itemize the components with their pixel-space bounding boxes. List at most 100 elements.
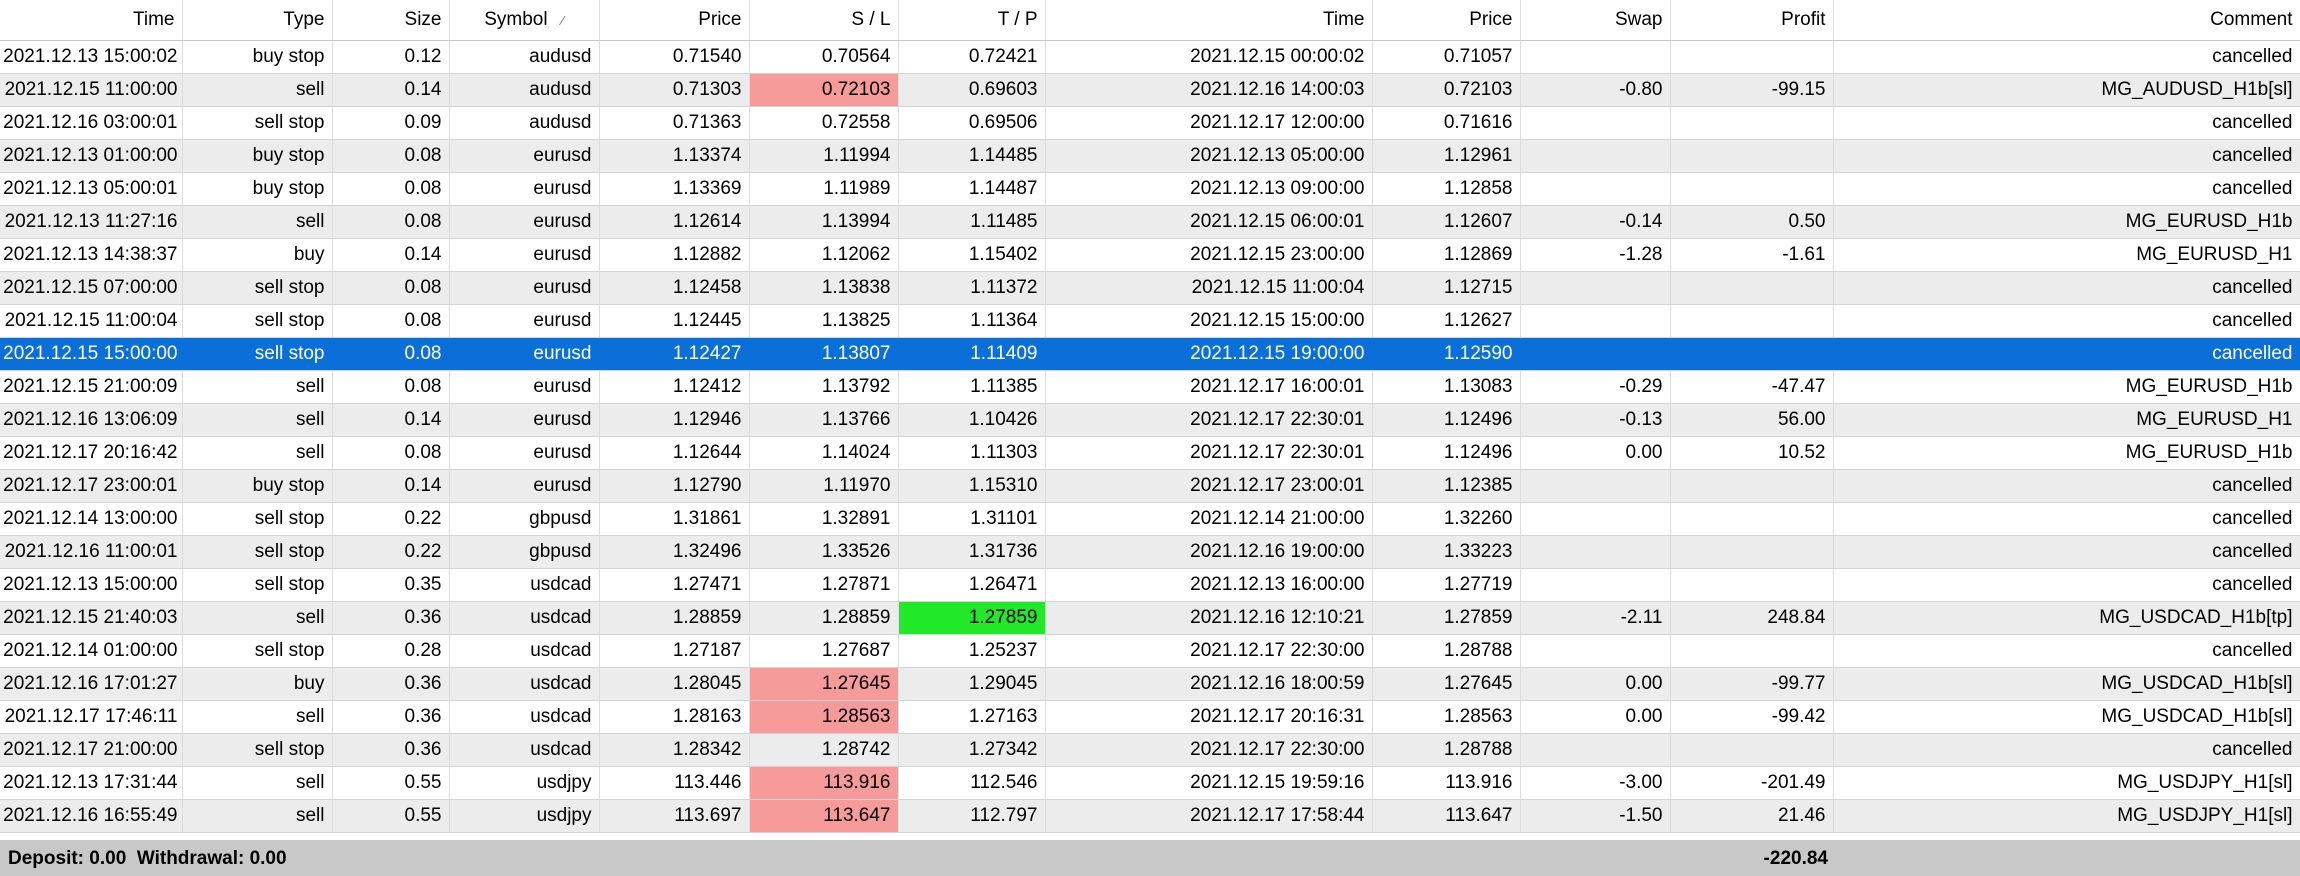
profit-cell: -1.61 [1670,238,1834,272]
order-type-cell: buy stop [182,139,333,173]
table-row[interactable]: 2021.12.17 20:16:42 sell 0.08 eurusd 1.12644… [0,436,2300,470]
symbol-cell: usdcad [449,568,600,602]
stop-loss-cell: 1.27871 [749,568,899,602]
table-row[interactable]: 2021.12.13 14:38:37 buy 0.14 eurusd 1.12882 1… [0,238,2300,272]
table-row[interactable]: 2021.12.16 17:01:27 buy 0.36 usdcad 1.28045 1… [0,667,2300,701]
table-row[interactable]: 2021.12.15 21:00:09 sell 0.08 eurusd 1.12412… [0,370,2300,404]
table-row[interactable]: 2021.12.13 11:27:16 sell 0.08 eurusd 1.12614… [0,205,2300,239]
swap-cell: -1.50 [1520,799,1671,833]
close-time-cell: 2021.12.15 19:00:00 [1045,337,1373,371]
swap-cell [1520,337,1671,371]
column-header-symbol[interactable]: Symbol ⁄ [449,0,600,41]
open-time-cell: 2021.12.17 21:00:00 [0,733,183,767]
column-header-label: Price [1469,9,1513,30]
open-price-cell: 0.71363 [599,106,750,140]
swap-cell [1520,271,1671,305]
table-row[interactable]: 2021.12.15 21:40:03 sell 0.36 usdcad 1.28859… [0,601,2300,635]
symbol-cell: eurusd [449,238,600,272]
take-profit-cell: 1.29045 [898,667,1046,701]
open-time-cell: 2021.12.13 01:00:00 [0,139,183,173]
column-header-close-time[interactable]: Time [1045,0,1373,41]
order-type-cell: sell [182,403,333,437]
profit-cell [1670,469,1834,503]
take-profit-cell: 0.69603 [898,73,1046,107]
comment-cell: cancelled [1833,40,2300,74]
open-time-cell: 2021.12.14 01:00:00 [0,634,183,668]
column-header-size[interactable]: Size [332,0,450,41]
column-header-open-price[interactable]: Price [599,0,750,41]
column-header-close-price[interactable]: Price [1372,0,1521,41]
table-row[interactable]: 2021.12.16 16:55:49 sell 0.55 usdjpy 113.697… [0,799,2300,833]
take-profit-cell: 112.546 [898,766,1046,800]
table-row[interactable]: 2021.12.13 05:00:01 buy stop 0.08 eurusd 1.1… [0,172,2300,206]
profit-cell [1670,733,1834,767]
column-header-label: T / P [997,9,1038,30]
close-time-cell: 2021.12.13 16:00:00 [1045,568,1373,602]
open-time-cell: 2021.12.14 13:00:00 [0,502,183,536]
column-header-profit[interactable]: Profit [1670,0,1834,41]
table-row[interactable]: 2021.12.13 15:00:02 buy stop 0.12 audusd 0.7… [0,40,2300,74]
column-header-take-profit[interactable]: T / P [898,0,1046,41]
size-cell: 0.08 [332,172,450,206]
table-row[interactable]: 2021.12.16 11:00:01 sell stop 0.22 gbpusd 1.… [0,535,2300,569]
profit-cell [1670,172,1834,206]
column-header-type[interactable]: Type [182,0,333,41]
take-profit-cell: 112.797 [898,799,1046,833]
table-row[interactable]: 2021.12.17 21:00:00 sell stop 0.36 usdcad 1.… [0,733,2300,767]
take-profit-cell: 1.31736 [898,535,1046,569]
take-profit-cell: 1.27342 [898,733,1046,767]
table-row[interactable]: 2021.12.17 23:00:01 buy stop 0.14 eurusd 1.1… [0,469,2300,503]
open-time-cell: 2021.12.16 11:00:01 [0,535,183,569]
close-time-cell: 2021.12.15 15:00:00 [1045,304,1373,338]
table-row[interactable]: 2021.12.15 15:00:00 sell stop 0.08 eurusd 1.… [0,337,2300,371]
stop-loss-cell: 113.647 [749,799,899,833]
close-time-cell: 2021.12.17 22:30:01 [1045,436,1373,470]
open-time-cell: 2021.12.15 21:40:03 [0,601,183,635]
table-row[interactable]: 2021.12.15 11:00:04 sell stop 0.08 eurusd 1.… [0,304,2300,338]
close-price-cell: 1.27645 [1372,667,1521,701]
swap-cell: -0.29 [1520,370,1671,404]
size-cell: 0.22 [332,535,450,569]
close-price-cell: 1.27859 [1372,601,1521,635]
comment-cell: cancelled [1833,106,2300,140]
table-row[interactable]: 2021.12.16 13:06:09 sell 0.14 eurusd 1.12946… [0,403,2300,437]
table-row[interactable]: 2021.12.14 01:00:00 sell stop 0.28 usdcad 1.… [0,634,2300,668]
open-price-cell: 1.28045 [599,667,750,701]
size-cell: 0.36 [332,700,450,734]
table-row[interactable]: 2021.12.13 01:00:00 buy stop 0.08 eurusd 1.1… [0,139,2300,173]
table-row[interactable]: 2021.12.14 13:00:00 sell stop 0.22 gbpusd 1.… [0,502,2300,536]
profit-cell [1670,139,1834,173]
close-price-cell: 0.71057 [1372,40,1521,74]
table-row[interactable]: 2021.12.16 03:00:01 sell stop 0.09 audusd 0.… [0,106,2300,140]
table-row[interactable]: 2021.12.13 17:31:44 sell 0.55 usdjpy 113.446… [0,766,2300,800]
close-price-cell: 1.12607 [1372,205,1521,239]
open-price-cell: 1.12427 [599,337,750,371]
symbol-cell: audusd [449,73,600,107]
order-type-cell: sell stop [182,733,333,767]
take-profit-cell: 1.11385 [898,370,1046,404]
profit-cell: -47.47 [1670,370,1834,404]
profit-cell: -201.49 [1670,766,1834,800]
swap-cell: 0.00 [1520,667,1671,701]
table-row[interactable]: 2021.12.17 17:46:11 sell 0.36 usdcad 1.28163… [0,700,2300,734]
open-time-cell: 2021.12.13 05:00:01 [0,172,183,206]
column-header-comment[interactable]: Comment [1833,0,2300,41]
swap-cell [1520,172,1671,206]
order-type-cell: sell [182,205,333,239]
column-header-open-time[interactable]: Time [0,0,183,41]
profit-cell: -99.42 [1670,700,1834,734]
open-price-cell: 1.12644 [599,436,750,470]
open-time-cell: 2021.12.17 17:46:11 [0,700,183,734]
take-profit-cell: 1.15310 [898,469,1046,503]
size-cell: 0.14 [332,238,450,272]
take-profit-cell: 1.11303 [898,436,1046,470]
table-row[interactable]: 2021.12.15 07:00:00 sell stop 0.08 eurusd 1.… [0,271,2300,305]
column-header-swap[interactable]: Swap [1520,0,1671,41]
column-header-stop-loss[interactable]: S / L [749,0,899,41]
stop-loss-cell: 0.72558 [749,106,899,140]
open-price-cell: 113.697 [599,799,750,833]
stop-loss-cell: 1.11994 [749,139,899,173]
table-row[interactable]: 2021.12.15 11:00:00 sell 0.14 audusd 0.71303… [0,73,2300,107]
open-time-cell: 2021.12.15 15:00:00 [0,337,183,371]
table-row[interactable]: 2021.12.13 15:00:00 sell stop 0.35 usdcad 1.… [0,568,2300,602]
